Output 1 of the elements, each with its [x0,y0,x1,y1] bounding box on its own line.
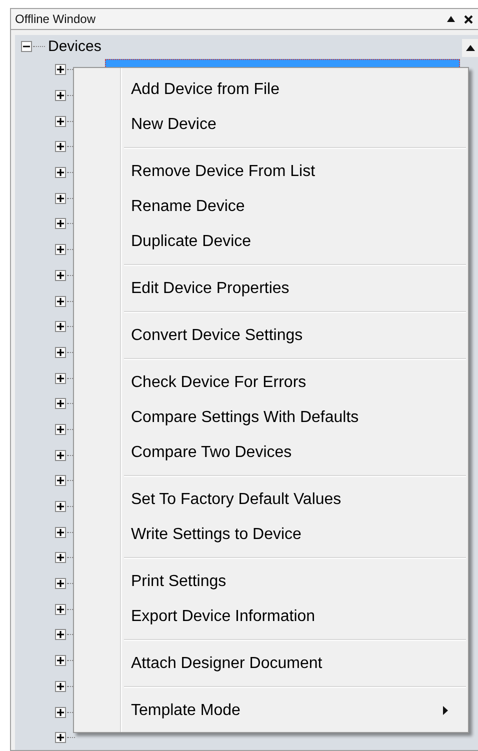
window-title: Offline Window [15,12,96,26]
